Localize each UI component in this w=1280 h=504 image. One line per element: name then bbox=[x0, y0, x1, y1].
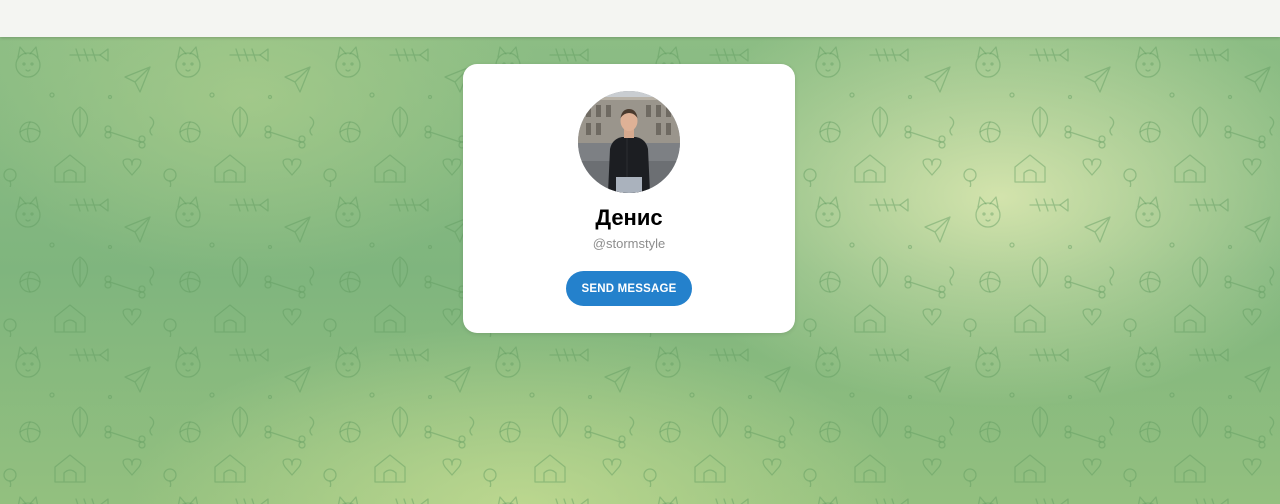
profile-username: @stormstyle bbox=[592, 236, 666, 251]
top-bar bbox=[0, 0, 1280, 37]
profile-card: Денис @stormstyle SEND MESSAGE bbox=[463, 64, 795, 333]
avatar[interactable] bbox=[578, 91, 680, 193]
profile-name: Денис bbox=[595, 205, 663, 230]
profile-photo-icon bbox=[578, 91, 680, 193]
send-message-button[interactable]: SEND MESSAGE bbox=[566, 271, 692, 306]
